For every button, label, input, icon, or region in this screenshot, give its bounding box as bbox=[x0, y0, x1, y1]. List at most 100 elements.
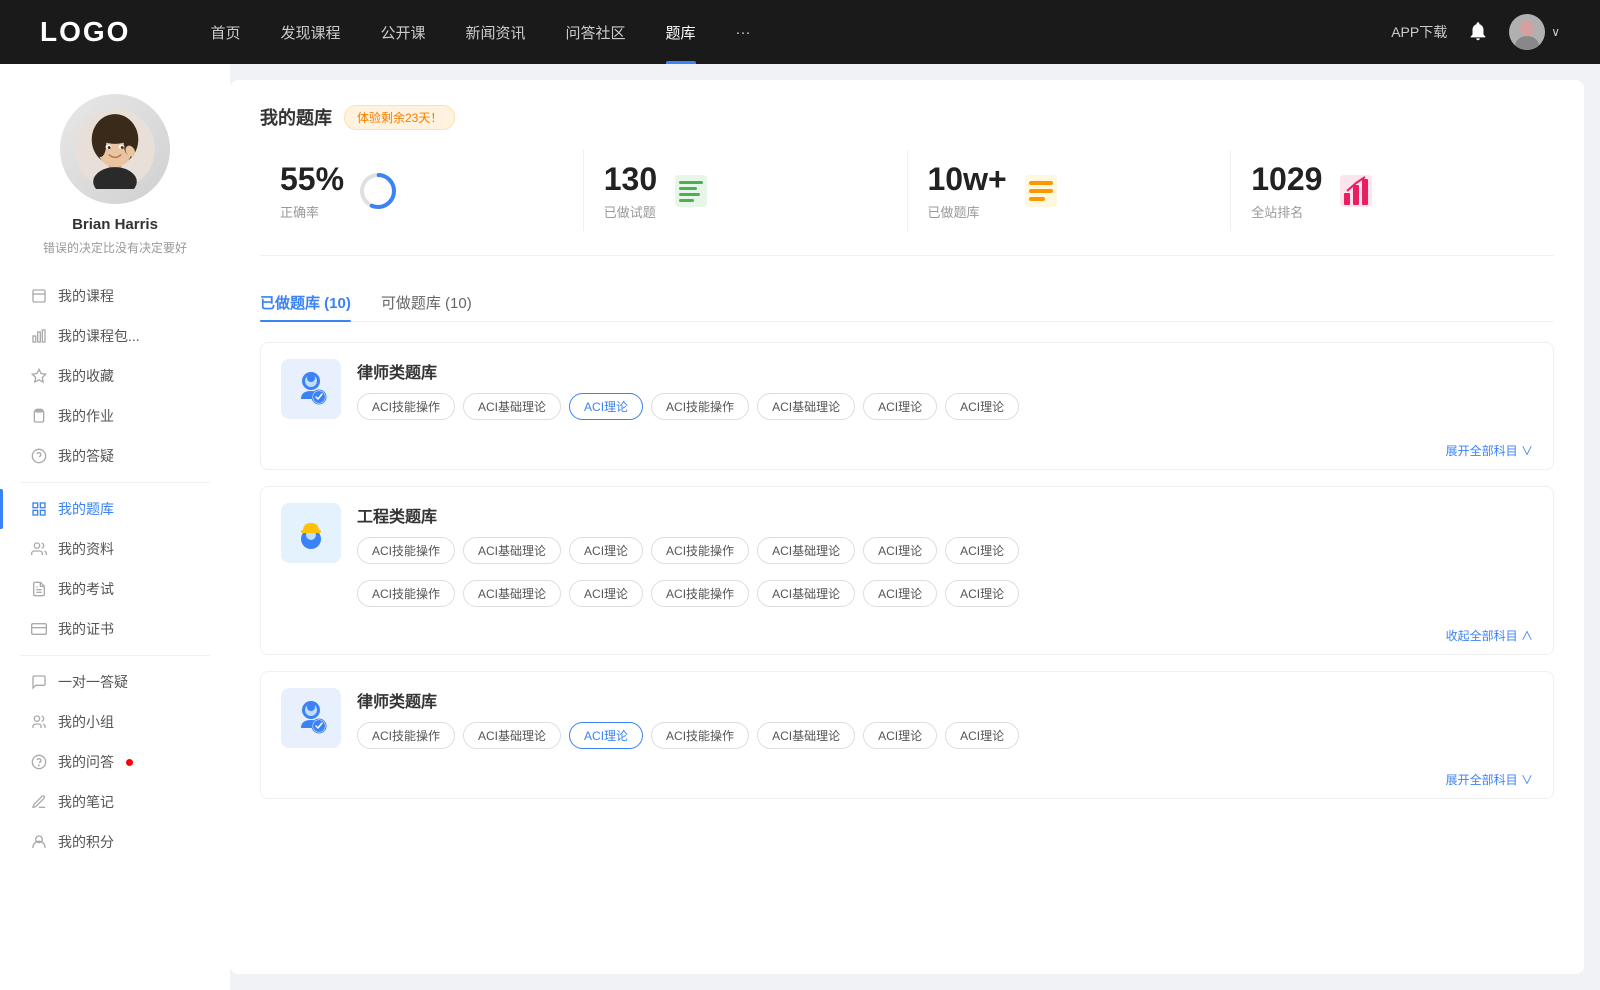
nav-open-course[interactable]: 公开课 bbox=[360, 0, 445, 64]
sidebar-item-notes[interactable]: 我的笔记 bbox=[0, 782, 230, 822]
eng-tag-5[interactable]: ACI基础理论 bbox=[757, 537, 855, 564]
eng-tag-4[interactable]: ACI技能操作 bbox=[651, 537, 749, 564]
sidebar-item-exam[interactable]: 我的考试 bbox=[0, 569, 230, 609]
nav-more[interactable]: ··· bbox=[716, 0, 771, 64]
user-avatar-area[interactable]: ∨ bbox=[1509, 14, 1560, 50]
sidebar-item-label: 我的证书 bbox=[58, 619, 114, 639]
l2-tag-1[interactable]: ACI技能操作 bbox=[357, 722, 455, 749]
user-motto: 错误的决定比没有决定要好 bbox=[43, 239, 187, 256]
bank-tags-row2-engineer: ACI技能操作 ACI基础理论 ACI理论 ACI技能操作 ACI基础理论 AC… bbox=[261, 580, 1553, 621]
eng-r2-tag-3[interactable]: ACI理论 bbox=[569, 580, 643, 607]
sidebar-item-certificate[interactable]: 我的证书 bbox=[0, 609, 230, 649]
sidebar-item-label: 我的考试 bbox=[58, 579, 114, 599]
bank-card-lawyer-1: 律师类题库 ACI技能操作 ACI基础理论 ACI理论 ACI技能操作 ACI基… bbox=[260, 342, 1554, 470]
sidebar-item-one-on-one[interactable]: 一对一答疑 bbox=[0, 662, 230, 702]
l2-tag-2[interactable]: ACI基础理论 bbox=[463, 722, 561, 749]
sidebar-item-label: 我的收藏 bbox=[58, 366, 114, 386]
nav-news[interactable]: 新闻资讯 bbox=[446, 0, 546, 64]
stat-label-done-q: 已做试题 bbox=[604, 202, 657, 221]
tag-7[interactable]: ACI理论 bbox=[945, 393, 1019, 420]
eng-tag-6[interactable]: ACI理论 bbox=[863, 537, 937, 564]
eng-tag-3[interactable]: ACI理论 bbox=[569, 537, 643, 564]
sidebar-item-label: 我的积分 bbox=[58, 832, 114, 852]
group-icon bbox=[30, 713, 48, 731]
app-download-link[interactable]: APP下载 bbox=[1391, 22, 1447, 42]
tag-2[interactable]: ACI基础理论 bbox=[463, 393, 561, 420]
eng-tag-2[interactable]: ACI基础理论 bbox=[463, 537, 561, 564]
eng-r2-tag-5[interactable]: ACI基础理论 bbox=[757, 580, 855, 607]
bank-name-lawyer-2: 律师类题库 bbox=[357, 688, 1533, 712]
banks-icon bbox=[1021, 171, 1061, 211]
collapse-link-engineer[interactable]: 收起全部科目 ∧ bbox=[261, 621, 1553, 654]
eng-r2-tag-2[interactable]: ACI基础理论 bbox=[463, 580, 561, 607]
sidebar-item-my-data[interactable]: 我的资料 bbox=[0, 529, 230, 569]
sidebar-item-favorites[interactable]: 我的收藏 bbox=[0, 356, 230, 396]
stat-label-rank: 全站排名 bbox=[1251, 202, 1322, 221]
sidebar-item-label: 我的小组 bbox=[58, 712, 114, 732]
star-icon bbox=[30, 367, 48, 385]
sidebar-item-qa[interactable]: 我的答疑 bbox=[0, 436, 230, 476]
user-name: Brian Harris bbox=[72, 216, 158, 233]
tag-5[interactable]: ACI基础理论 bbox=[757, 393, 855, 420]
content-tabs: 已做题库 (10) 可做题库 (10) bbox=[260, 284, 1554, 322]
questions-icon bbox=[671, 171, 711, 211]
sidebar-item-my-courses[interactable]: 我的课程 bbox=[0, 276, 230, 316]
sidebar-item-points[interactable]: 我的积分 bbox=[0, 822, 230, 862]
avatar bbox=[1509, 14, 1545, 50]
file-text-icon bbox=[30, 580, 48, 598]
expand-link-lawyer-2[interactable]: 展开全部科目 ∨ bbox=[261, 765, 1553, 798]
lawyer-bank-icon-2 bbox=[281, 688, 341, 748]
sidebar-avatar bbox=[60, 94, 170, 204]
trial-badge: 体验剩余23天！ bbox=[344, 105, 455, 130]
sidebar-item-homework[interactable]: 我的作业 bbox=[0, 396, 230, 436]
l2-tag-7[interactable]: ACI理论 bbox=[945, 722, 1019, 749]
sidebar-item-label: 我的笔记 bbox=[58, 792, 114, 812]
l2-tag-3[interactable]: ACI理论 bbox=[569, 722, 643, 749]
question-icon bbox=[30, 753, 48, 771]
sidebar-item-course-packages[interactable]: 我的课程包... bbox=[0, 316, 230, 356]
sidebar-item-question-bank[interactable]: 我的题库 bbox=[0, 489, 230, 529]
tab-available-banks[interactable]: 可做题库 (10) bbox=[381, 284, 472, 321]
navbar: LOGO 首页 发现课程 公开课 新闻资讯 问答社区 题库 ··· APP下载 … bbox=[0, 0, 1600, 64]
certificate-icon bbox=[30, 620, 48, 638]
nav-home[interactable]: 首页 bbox=[190, 0, 260, 64]
eng-r2-tag-1[interactable]: ACI技能操作 bbox=[357, 580, 455, 607]
logo[interactable]: LOGO bbox=[40, 16, 130, 48]
expand-link-lawyer-1[interactable]: 展开全部科目 ∨ bbox=[261, 436, 1553, 469]
tag-1[interactable]: ACI技能操作 bbox=[357, 393, 455, 420]
nav-discover[interactable]: 发现课程 bbox=[260, 0, 360, 64]
sidebar-item-label: 我的题库 bbox=[58, 499, 114, 519]
nav-question-bank[interactable]: 题库 bbox=[646, 0, 716, 64]
clipboard-icon bbox=[30, 407, 48, 425]
l2-tag-4[interactable]: ACI技能操作 bbox=[651, 722, 749, 749]
question-circle-icon bbox=[30, 447, 48, 465]
tab-done-banks[interactable]: 已做题库 (10) bbox=[260, 284, 351, 321]
page-header: 我的题库 体验剩余23天！ bbox=[260, 104, 1554, 130]
bar-chart-icon bbox=[30, 327, 48, 345]
stat-done-banks: 10w+ 已做题库 bbox=[908, 150, 1232, 231]
eng-tag-7[interactable]: ACI理论 bbox=[945, 537, 1019, 564]
main-wrapper: Brian Harris 错误的决定比没有决定要好 我的课程 我的课程包... … bbox=[0, 64, 1600, 990]
eng-r2-tag-7[interactable]: ACI理论 bbox=[945, 580, 1019, 607]
file-icon bbox=[30, 287, 48, 305]
sidebar-item-group[interactable]: 我的小组 bbox=[0, 702, 230, 742]
sidebar-item-label: 我的问答 bbox=[58, 752, 114, 772]
sidebar-item-my-questions[interactable]: 我的问答 bbox=[0, 742, 230, 782]
bank-tags-row1-lawyer-2: ACI技能操作 ACI基础理论 ACI理论 ACI技能操作 ACI基础理论 AC… bbox=[357, 722, 1533, 749]
eng-r2-tag-4[interactable]: ACI技能操作 bbox=[651, 580, 749, 607]
tag-4[interactable]: ACI技能操作 bbox=[651, 393, 749, 420]
stat-done-questions: 130 已做试题 bbox=[584, 150, 908, 231]
tag-6[interactable]: ACI理论 bbox=[863, 393, 937, 420]
notification-bell[interactable] bbox=[1467, 20, 1489, 45]
l2-tag-6[interactable]: ACI理论 bbox=[863, 722, 937, 749]
chat-icon bbox=[30, 673, 48, 691]
stat-label-accuracy: 正确率 bbox=[280, 202, 344, 221]
l2-tag-5[interactable]: ACI基础理论 bbox=[757, 722, 855, 749]
notification-dot bbox=[126, 759, 133, 766]
eng-tag-1[interactable]: ACI技能操作 bbox=[357, 537, 455, 564]
eng-r2-tag-6[interactable]: ACI理论 bbox=[863, 580, 937, 607]
sidebar-item-label: 我的作业 bbox=[58, 406, 114, 426]
nav-qa[interactable]: 问答社区 bbox=[546, 0, 646, 64]
tag-3[interactable]: ACI理论 bbox=[569, 393, 643, 420]
sidebar-item-label: 我的课程 bbox=[58, 286, 114, 306]
